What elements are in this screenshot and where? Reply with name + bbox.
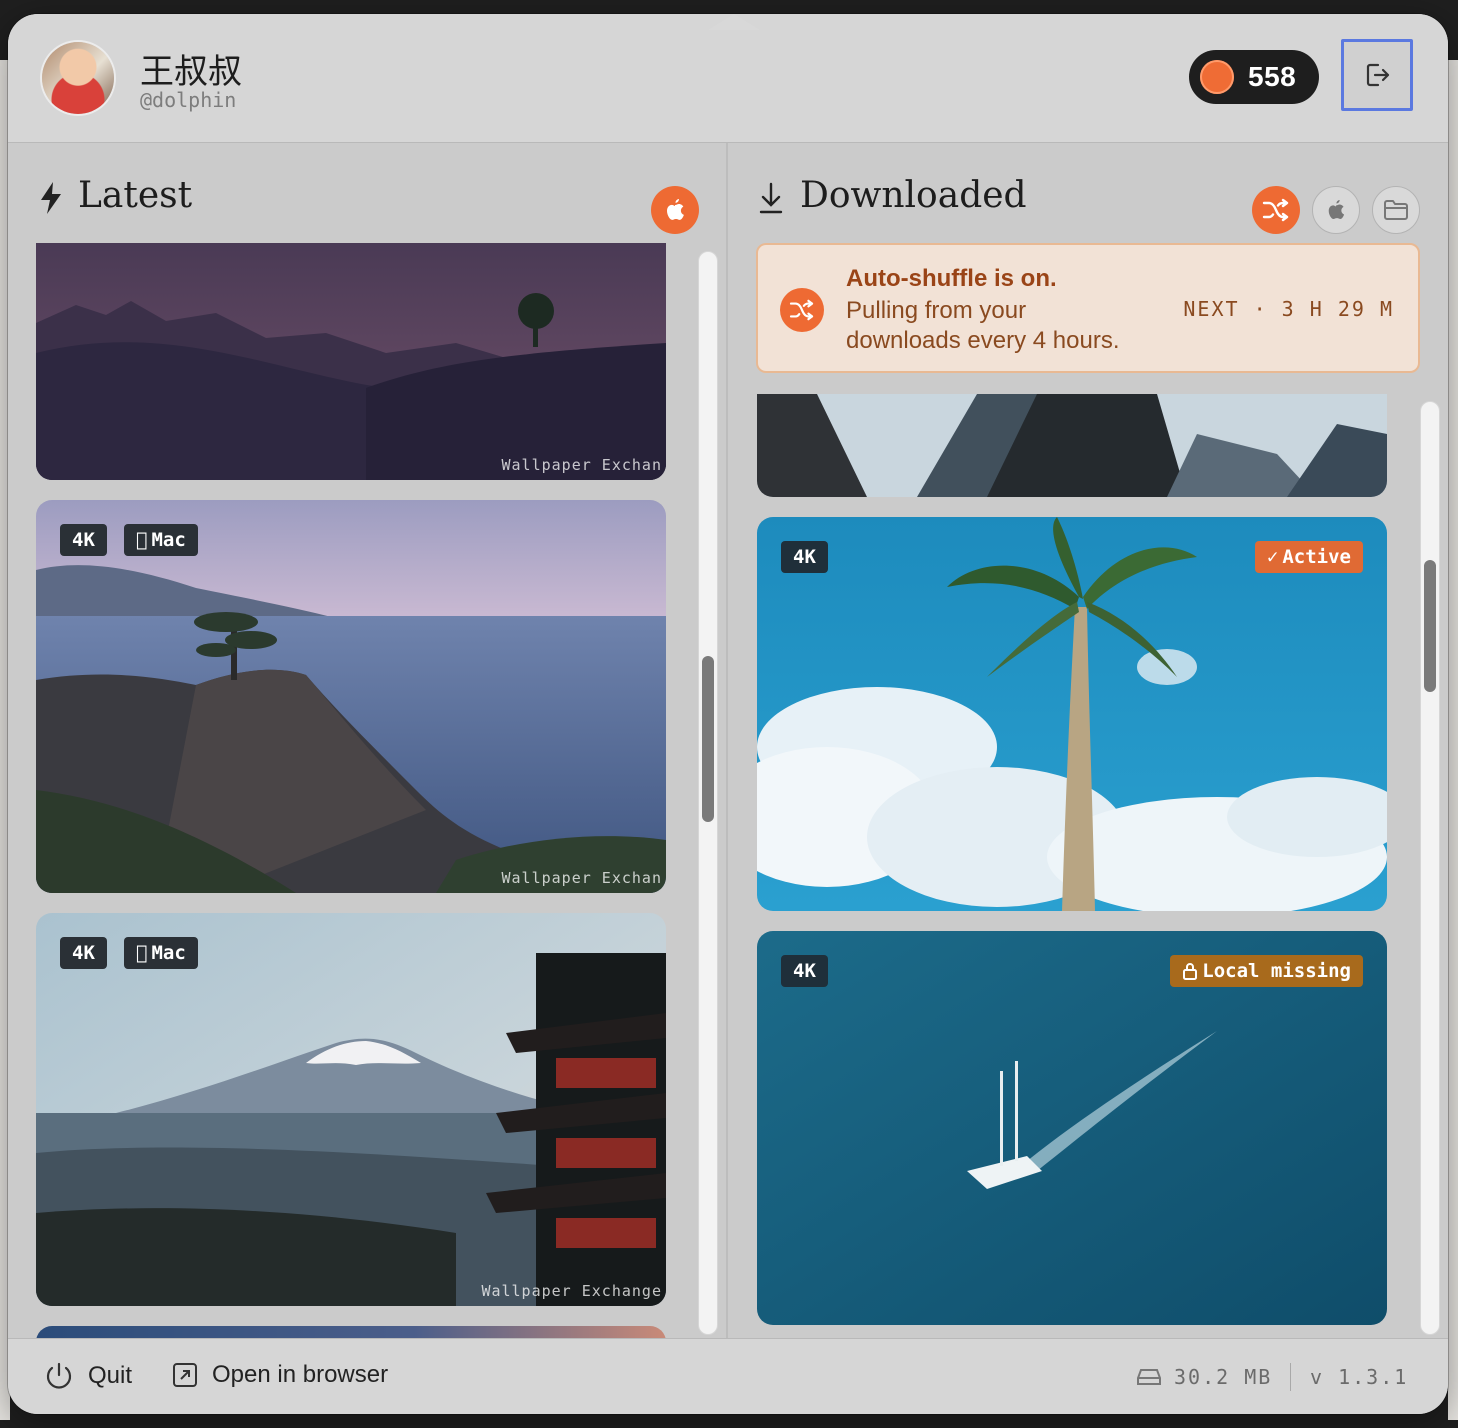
user-handle: @dolphin xyxy=(140,88,237,112)
storage-usage: 30.2 MB xyxy=(1136,1365,1272,1389)
coin-balance[interactable]: 558 xyxy=(1189,50,1319,104)
active-badge-label: Active xyxy=(1282,546,1351,568)
app-popover: 王叔叔 @dolphin 558 Latest Wallpaper Exchan… xyxy=(8,14,1448,1414)
downloaded-list[interactable]: 4K ✓ Active 4K Local missing xyxy=(757,394,1387,1338)
external-link-icon xyxy=(173,1363,197,1387)
background-window-right xyxy=(1448,60,1458,1420)
storage-value: 30.2 MB xyxy=(1174,1365,1273,1389)
active-badge: ✓ Active xyxy=(1254,541,1363,573)
coin-count: 558 xyxy=(1248,61,1297,92)
wallpaper-city-image xyxy=(757,394,1387,497)
wallpaper-card[interactable] xyxy=(36,1326,666,1338)
resolution-badge: 4K xyxy=(781,955,828,987)
header: 王叔叔 @dolphin 558 xyxy=(8,14,1448,143)
local-missing-badge: Local missing xyxy=(1170,955,1363,987)
logout-button[interactable] xyxy=(1341,39,1413,111)
watermark: Wallpaper Exchange xyxy=(481,1282,662,1300)
auto-shuffle-banner: Auto-shuffle is on. Pulling from your do… xyxy=(756,243,1420,373)
resolution-badge: 4K xyxy=(781,541,828,573)
shuffle-icon xyxy=(780,288,824,332)
platform-badge:  Mac xyxy=(124,937,198,969)
banner-title: Auto-shuffle is on. xyxy=(846,265,1057,292)
wallpaper-dunes-image xyxy=(36,243,666,480)
user-name: 王叔叔 xyxy=(140,52,242,92)
apple-icon xyxy=(1328,200,1345,219)
banner-line-1: Pulling from your xyxy=(846,297,1027,324)
wallpaper-card[interactable]: 4K  Mac Wallpaper Exchan xyxy=(36,500,666,893)
avatar[interactable] xyxy=(42,42,114,114)
latest-scrollbar[interactable] xyxy=(698,251,718,1335)
banner-line-2: downloads every 4 hours. xyxy=(846,327,1120,354)
wallpaper-card[interactable]: Wallpaper Exchan xyxy=(36,243,666,480)
wallpaper-coast-image xyxy=(36,500,666,893)
version-label: v 1.3.1 xyxy=(1310,1365,1409,1389)
wallpaper-palm-image xyxy=(757,517,1387,911)
drive-icon xyxy=(1137,1369,1161,1385)
power-icon xyxy=(46,1362,72,1389)
downloaded-title: Downloaded xyxy=(800,175,1027,216)
latest-mac-filter-button[interactable] xyxy=(651,186,699,234)
open-folder-button[interactable] xyxy=(1372,186,1420,234)
local-missing-label: Local missing xyxy=(1202,960,1351,982)
footer: Quit Open in browser 30.2 MB v 1.3.1 xyxy=(8,1338,1448,1414)
latest-scrollbar-thumb[interactable] xyxy=(702,656,714,822)
check-icon: ✓ xyxy=(1266,546,1279,568)
wallpaper-card[interactable] xyxy=(757,394,1387,497)
platform-badge:  Mac xyxy=(124,524,198,556)
open-in-browser-label: Open in browser xyxy=(212,1361,389,1388)
wallpaper-sea-image xyxy=(757,931,1387,1325)
apple-icon:  xyxy=(136,524,147,556)
lightning-icon xyxy=(41,182,61,214)
downloaded-scrollbar-thumb[interactable] xyxy=(1424,560,1436,692)
latest-panel: Latest Wallpaper Exchan 4K Mac Wallpaper… xyxy=(8,143,728,1338)
shuffle-button[interactable] xyxy=(1252,186,1300,234)
next-shuffle-countdown: NEXT · 3 H 29 M xyxy=(1183,297,1394,321)
platform-badge-label: Mac xyxy=(140,529,185,551)
open-in-browser-button[interactable]: Open in browser xyxy=(172,1361,388,1389)
latest-title: Latest xyxy=(78,175,193,216)
quit-label: Quit xyxy=(88,1362,133,1389)
download-icon xyxy=(759,182,783,214)
wallpaper-card[interactable]: 4K Local missing xyxy=(757,931,1387,1325)
platform-badge-label: Mac xyxy=(140,942,185,964)
apple-icon xyxy=(667,199,684,220)
downloaded-scrollbar[interactable] xyxy=(1420,401,1440,1335)
resolution-badge: 4K xyxy=(60,524,107,556)
apple-icon:  xyxy=(136,937,147,969)
wallpaper-card[interactable]: 4K ✓ Active xyxy=(757,517,1387,911)
latest-list[interactable]: Wallpaper Exchan 4K Mac Wallpaper Exchan… xyxy=(36,243,666,1338)
wallpaper-card[interactable]: 4K  Mac Wallpaper Exchange xyxy=(36,913,666,1306)
coin-icon xyxy=(1200,60,1234,94)
watermark: Wallpaper Exchan xyxy=(501,456,662,474)
resolution-badge: 4K xyxy=(60,937,107,969)
logout-icon xyxy=(1366,63,1390,87)
downloaded-panel: Downloaded Auto-shuffle is on. Pulling f… xyxy=(728,143,1448,1338)
watermark: Wallpaper Exchan xyxy=(501,869,662,887)
quit-button[interactable]: Quit xyxy=(44,1361,132,1391)
mac-filter-button[interactable] xyxy=(1312,186,1360,234)
shuffle-icon xyxy=(1262,198,1289,222)
lock-icon xyxy=(1183,963,1198,980)
footer-divider xyxy=(1290,1363,1291,1391)
folder-icon xyxy=(1384,200,1408,220)
wallpaper-fuji-image xyxy=(36,913,666,1306)
